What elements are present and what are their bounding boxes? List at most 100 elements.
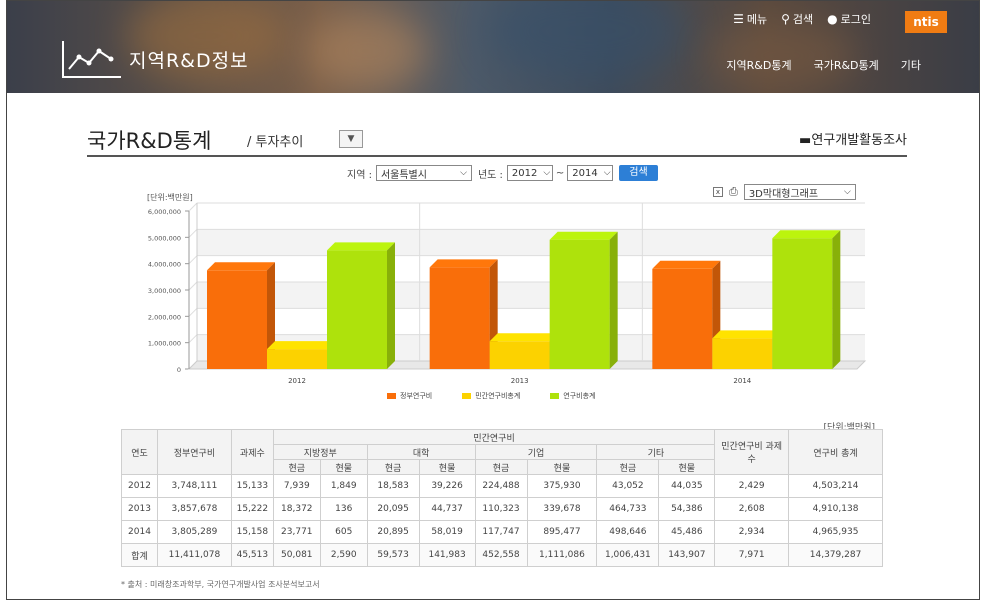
legend-swatch bbox=[550, 393, 560, 399]
col-header-kind: 현물 bbox=[418, 459, 476, 475]
table-cell: 2,608 bbox=[714, 497, 790, 521]
menu-button[interactable]: ☰ 메뉴 bbox=[733, 11, 767, 27]
graph-type-value: 3D막대형그래프 bbox=[748, 188, 819, 200]
page-subtitle: / 투자추이 bbox=[247, 135, 304, 150]
gridline bbox=[188, 334, 198, 344]
chart-area: 6,000,000 5,000,000 4,000,000 3,000,000 2,00… bbox=[127, 201, 867, 411]
y-tick-label: 6,000,000 bbox=[148, 208, 181, 216]
table-cell: 452,558 bbox=[474, 543, 528, 567]
col-header-count: 과제수 bbox=[230, 429, 274, 475]
chevron-down-icon: ⌵ bbox=[603, 168, 611, 178]
col-header-kind: 현물 bbox=[526, 459, 598, 475]
chevron-down-icon: ⌵ bbox=[843, 187, 851, 197]
col-header-cash: 현금 bbox=[474, 459, 528, 475]
col-header-total: 연구비 총계 bbox=[788, 429, 883, 475]
nav-item-national-stats[interactable]: 국가R&D통계 bbox=[814, 57, 879, 73]
search-label: 검색 bbox=[792, 13, 814, 26]
bar-2013-1 bbox=[489, 333, 558, 369]
ntis-logo-badge[interactable]: ntis bbox=[905, 11, 947, 33]
region-select-value: 서울특별시 bbox=[380, 169, 427, 181]
table-cell: 224,488 bbox=[474, 474, 528, 498]
table-cell: 3,857,678 bbox=[156, 497, 232, 521]
page-frame: 지역R&D정보 ☰ 메뉴 ⚲ 검색 ● 로그인 ntis 지역R&D통계 국가R&D통… bbox=[6, 0, 980, 600]
bar-side bbox=[609, 231, 618, 369]
site-logo[interactable]: 지역R&D정보 bbox=[61, 39, 249, 79]
legend-swatch bbox=[462, 393, 472, 399]
y-tick-label: 4,000,000 bbox=[148, 261, 181, 269]
table-cell: 58,019 bbox=[418, 520, 476, 544]
gridline bbox=[188, 255, 198, 265]
bar-chart: 6,000,000 5,000,000 4,000,000 3,000,000 2,00… bbox=[148, 202, 867, 385]
bar-front bbox=[267, 349, 327, 369]
legend-item-private[interactable]: 민간연구비총계 bbox=[462, 391, 520, 401]
gridline bbox=[188, 281, 198, 291]
table-cell: 117,747 bbox=[474, 520, 528, 544]
grid-band bbox=[197, 203, 865, 230]
filter-search-button[interactable]: 검색 bbox=[619, 165, 658, 181]
print-icon[interactable]: ⎙ bbox=[729, 185, 738, 199]
subtitle-dropdown-toggle[interactable]: ▼ bbox=[339, 130, 363, 148]
excel-download-icon[interactable]: x bbox=[713, 187, 723, 197]
bar-top bbox=[207, 262, 275, 271]
data-table: 연도 정부연구비 과제수 민간연구비 민간연구비 과제수 연구비 총계 지방정부… bbox=[121, 429, 883, 567]
col-header-kind: 현물 bbox=[319, 459, 368, 475]
search-icon: ⚲ bbox=[781, 12, 790, 26]
table-cell: 7,971 bbox=[714, 543, 790, 567]
table-cell: 3,748,111 bbox=[156, 474, 232, 498]
bar-top bbox=[429, 259, 498, 268]
table-cell: 15,158 bbox=[230, 520, 274, 544]
table-cell: 23,771 bbox=[272, 520, 321, 544]
login-button[interactable]: ● 로그인 bbox=[827, 11, 871, 27]
year-label: 년도 : bbox=[477, 169, 503, 181]
table-cell: 2012 bbox=[121, 474, 158, 498]
table-cell: 합계 bbox=[121, 543, 158, 567]
gridline bbox=[188, 228, 198, 238]
site-title: 지역R&D정보 bbox=[129, 49, 249, 72]
table-cell: 375,930 bbox=[526, 474, 598, 498]
table-cell: 18,583 bbox=[366, 474, 420, 498]
bar-top bbox=[652, 260, 721, 269]
x-tick-label: 2013 bbox=[511, 377, 529, 385]
bar-top bbox=[489, 333, 558, 342]
col-header-cash: 현금 bbox=[272, 459, 321, 475]
legend-item-total[interactable]: 연구비총계 bbox=[550, 391, 596, 401]
bar-2012-0 bbox=[207, 262, 275, 369]
table-cell: 4,910,138 bbox=[788, 497, 883, 521]
bar-2013-2 bbox=[549, 231, 618, 369]
nav-item-regional-stats[interactable]: 지역R&D통계 bbox=[726, 57, 791, 73]
col-header-univ: 대학 bbox=[366, 444, 476, 460]
search-button[interactable]: ⚲ 검색 bbox=[781, 11, 813, 27]
line-graph-logo-icon bbox=[62, 41, 121, 78]
col-header-private: 민간연구비 bbox=[272, 429, 716, 445]
table-cell: 136 bbox=[319, 497, 368, 521]
bar-2014-0 bbox=[652, 260, 721, 369]
year-to-select[interactable]: 2014 ⌵ bbox=[567, 165, 614, 181]
col-header-year: 연도 bbox=[121, 429, 158, 475]
survey-link-label: 연구개발활동조사 bbox=[811, 133, 907, 148]
table-cell: 54,386 bbox=[658, 497, 716, 521]
bar-2014-1 bbox=[712, 330, 781, 369]
graph-type-select[interactable]: 3D막대형그래프 ⌵ bbox=[743, 184, 856, 200]
table-cell: 11,411,078 bbox=[156, 543, 232, 567]
survey-link[interactable]: ▬연구개발활동조사 bbox=[799, 129, 907, 148]
table-cell: 15,222 bbox=[230, 497, 274, 521]
year-from-select[interactable]: 2012 ⌵ bbox=[506, 165, 553, 181]
legend-label: 정부연구비 bbox=[400, 392, 433, 400]
region-select[interactable]: 서울특별시 ⌵ bbox=[375, 165, 472, 181]
table-cell: 141,983 bbox=[418, 543, 476, 567]
y-tick-label: 5,000,000 bbox=[148, 234, 181, 242]
col-header-etc: 기타 bbox=[596, 444, 716, 460]
chart-tools: x ⎙ 3D막대형그래프 ⌵ bbox=[713, 184, 856, 200]
bar-side bbox=[832, 230, 841, 369]
x-tick-label: 2012 bbox=[288, 377, 306, 385]
bar-front bbox=[549, 239, 610, 369]
bar-top bbox=[267, 341, 335, 350]
filter-bar: 지역 : 서울특별시 ⌵ 년도 : 2012 ⌵ ~ 2014 ⌵ 검색 bbox=[347, 165, 658, 181]
table-cell: 7,939 bbox=[272, 474, 321, 498]
page-title-row: 국가R&D통계 / 투자추이 ▼ ▬연구개발활동조사 bbox=[87, 123, 907, 157]
source-note: * 출처 : 미래창조과학부, 국가연구개발사업 조사분석보고서 bbox=[121, 580, 320, 589]
bar-2012-2 bbox=[327, 242, 395, 369]
nav-item-etc[interactable]: 기타 bbox=[901, 57, 921, 73]
legend-item-gov[interactable]: 정부연구비 bbox=[387, 391, 432, 401]
col-header-gov: 정부연구비 bbox=[156, 429, 232, 475]
